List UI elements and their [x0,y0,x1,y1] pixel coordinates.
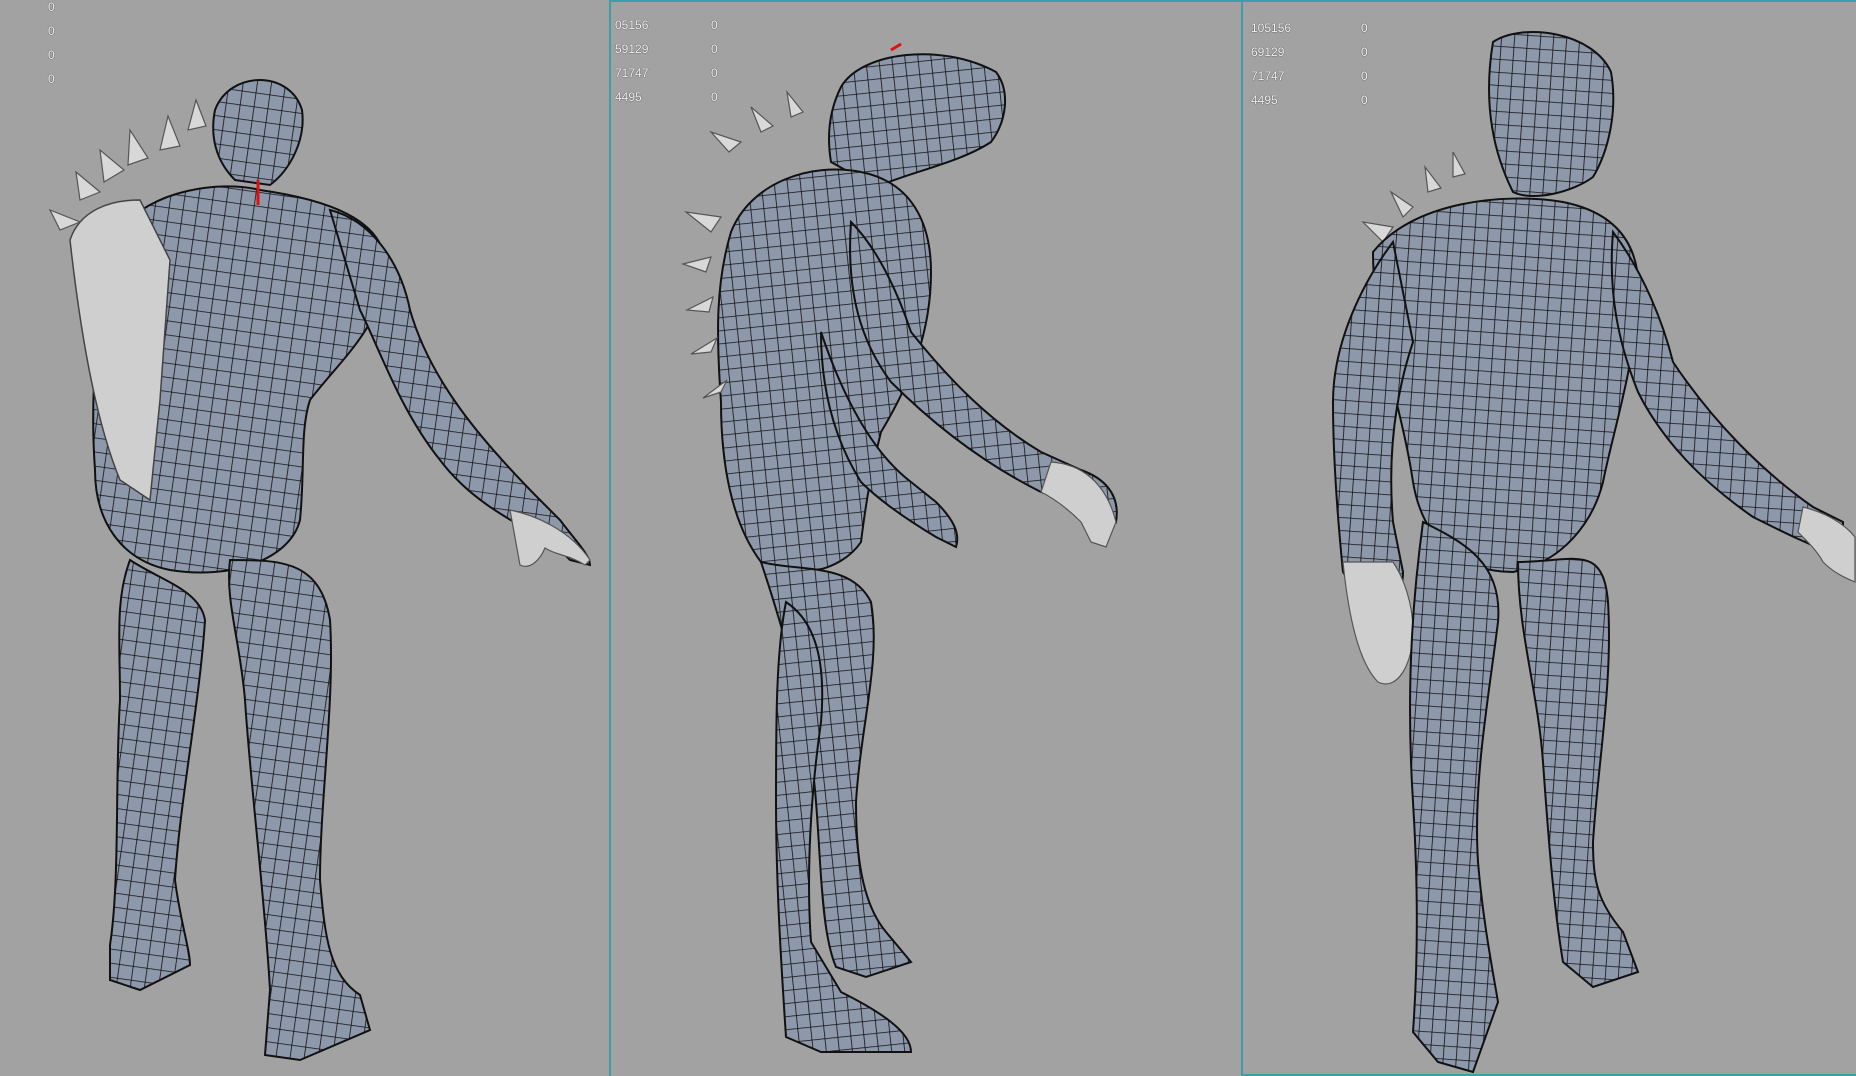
creature-mesh-back-view[interactable] [0,0,609,1076]
creature-mesh-front-view[interactable] [1243,2,1856,1076]
creature-mesh-side-view[interactable] [611,2,1241,1076]
viewport-right[interactable]: 105156 0 69129 0 71747 0 4495 0 [1241,0,1856,1076]
viewport-center[interactable]: 05156 0 59129 0 71747 0 4495 0 [609,0,1241,1076]
viewport-left[interactable]: 0 0 0 0 [0,0,609,1076]
